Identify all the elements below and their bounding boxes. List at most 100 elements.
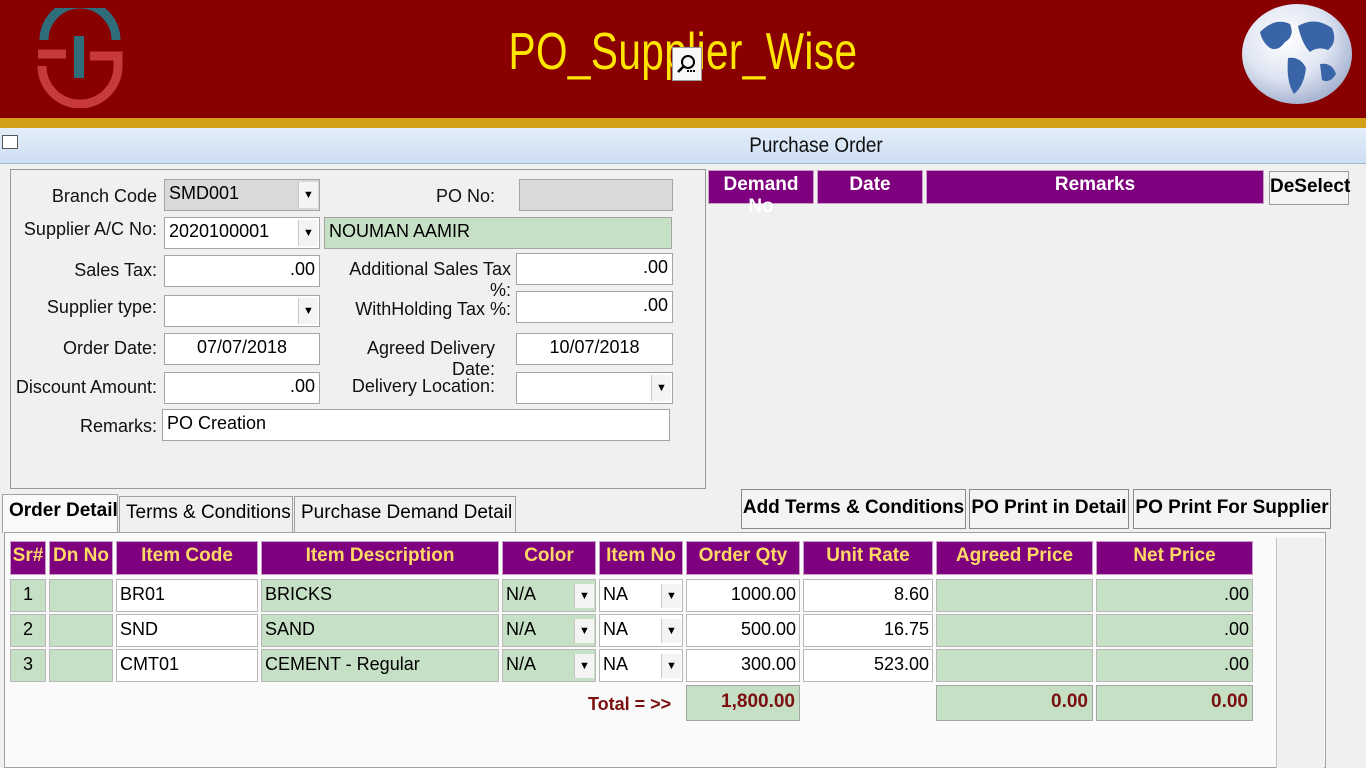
supplier-type-label: Supplier type:	[46, 297, 157, 317]
demand-list-panel: Demand No Date Remarks DeSelect	[706, 169, 1366, 489]
additional-sales-tax-label: Additional Sales Tax %:	[349, 259, 511, 300]
total-agreed-price: 0.00	[936, 685, 1093, 721]
table-row-unit-rate[interactable]: 8.60	[803, 579, 933, 612]
order-date-label: Order Date:	[62, 338, 157, 358]
table-row-item-code[interactable]: BR01	[116, 579, 258, 612]
globe-icon	[1242, 4, 1352, 104]
chevron-down-icon[interactable]: ▼	[661, 654, 681, 678]
po-no-label: PO No:	[435, 186, 495, 206]
chevron-down-icon[interactable]: ▼	[574, 654, 594, 678]
po-print-detail-button[interactable]: PO Print in Detail	[969, 489, 1129, 529]
table-row-order-qty[interactable]: 500.00	[686, 614, 800, 647]
table-row-sr: 3	[10, 649, 46, 682]
demand-no-header: Demand No	[708, 170, 814, 217]
table-row-agreed-price	[936, 579, 1093, 612]
table-row-unit-rate[interactable]: 16.75	[803, 614, 933, 647]
table-row-color-select[interactable]: N/A ▼	[502, 614, 596, 647]
col-header-item-description: Item Description	[261, 541, 499, 575]
table-row-unit-rate[interactable]: 523.00	[803, 649, 933, 682]
sales-tax-input[interactable]: .00	[164, 255, 320, 287]
total-label: Total = >>	[588, 694, 672, 714]
chevron-down-icon[interactable]: ▼	[574, 584, 594, 608]
search-icon	[677, 55, 695, 73]
col-header-item-code: Item Code	[116, 541, 258, 575]
delivery-location-select[interactable]: ▼	[516, 372, 673, 404]
chevron-down-icon[interactable]: ▼	[661, 619, 681, 643]
remarks-label: Remarks:	[79, 416, 157, 436]
chevron-down-icon[interactable]: ▼	[298, 220, 318, 246]
table-row-dn	[49, 649, 113, 682]
date-header: Date	[817, 170, 923, 204]
total-net-price: 0.00	[1096, 685, 1253, 721]
tab-terms-conditions[interactable]: Terms & Conditions	[119, 496, 293, 532]
supplier-ac-select[interactable]: 2020100001 ▼	[164, 217, 320, 249]
table-row-dn	[49, 579, 113, 612]
table-row-net-price: .00	[1096, 579, 1253, 612]
table-row-agreed-price	[936, 614, 1093, 647]
table-row-sr: 1	[10, 579, 46, 612]
tab-order-detail[interactable]: Order Detail	[2, 494, 118, 533]
table-row-item-code[interactable]: CMT01	[116, 649, 258, 682]
col-header-agreed-price: Agreed Price	[936, 541, 1093, 575]
table-row-net-price: .00	[1096, 649, 1253, 682]
table-row-color-select[interactable]: N/A ▼	[502, 649, 596, 682]
col-header-unit-rate: Unit Rate	[803, 541, 933, 575]
col-header-net-price: Net Price	[1096, 541, 1253, 575]
col-header-order-qty: Order Qty	[686, 541, 800, 575]
po-no-field	[519, 179, 673, 211]
table-row-order-qty[interactable]: 300.00	[686, 649, 800, 682]
col-header-color: Color	[502, 541, 596, 575]
order-date-input[interactable]: 07/07/2018	[164, 333, 320, 365]
chevron-down-icon[interactable]: ▼	[298, 298, 318, 324]
deselect-button[interactable]: DeSelect	[1269, 171, 1350, 205]
table-row-item-description: BRICKS	[261, 579, 499, 612]
total-order-qty: 1,800.00	[686, 685, 800, 721]
chevron-down-icon[interactable]: ▼	[661, 584, 681, 608]
branch-code-select[interactable]: SMD001 ▼	[164, 179, 320, 211]
chevron-down-icon[interactable]: ▼	[298, 182, 318, 208]
table-row-agreed-price	[936, 649, 1093, 682]
branch-code-label: Branch Code	[51, 186, 157, 206]
delivery-location-label: Delivery Location:	[351, 376, 495, 396]
add-terms-button[interactable]: Add Terms & Conditions	[741, 489, 966, 529]
banner-stripe	[0, 118, 1366, 128]
table-row-item-description: SAND	[261, 614, 499, 647]
table-row-color-select[interactable]: N/A ▼	[502, 579, 596, 612]
table-row-item-no-select[interactable]: NA ▼	[599, 649, 683, 682]
discount-amount-label: Discount Amount:	[15, 377, 157, 397]
agreed-delivery-date-input[interactable]: 10/07/2018	[516, 333, 673, 365]
tab-purchase-demand-detail[interactable]: Purchase Demand Detail	[294, 496, 516, 532]
withholding-tax-label: WithHolding Tax %:	[355, 299, 511, 319]
withholding-tax-input[interactable]: .00	[516, 291, 673, 323]
table-row-item-code[interactable]: SND	[116, 614, 258, 647]
supplier-name-field: NOUMAN AAMIR	[324, 217, 672, 249]
table-row-item-description: CEMENT - Regular	[261, 649, 499, 682]
window-title-bar: Purchase Order	[0, 128, 1366, 164]
table-row-net-price: .00	[1096, 614, 1253, 647]
supplier-type-select[interactable]: ▼	[164, 295, 320, 327]
col-header-item-no: Item No	[599, 541, 683, 575]
chevron-down-icon[interactable]: ▼	[574, 619, 594, 643]
remarks-input[interactable]: PO Creation	[162, 409, 670, 441]
additional-sales-tax-input[interactable]: .00	[516, 253, 673, 285]
purchase-order-form: Branch Code SMD001 ▼ PO No: Supplier A/C…	[10, 169, 706, 489]
window-title: Purchase Order	[749, 134, 883, 157]
company-logo-icon	[37, 8, 123, 108]
table-row-dn	[49, 614, 113, 647]
window-icon	[2, 135, 18, 149]
col-header-sr: Sr#	[10, 541, 46, 575]
agreed-delivery-date-label: Agreed Delivery Date:	[366, 338, 495, 379]
table-row-item-no-select[interactable]: NA ▼	[599, 579, 683, 612]
supplier-search-button[interactable]	[672, 47, 702, 81]
chevron-down-icon[interactable]: ▼	[651, 375, 671, 401]
supplier-ac-label: Supplier A/C No:	[23, 219, 157, 239]
discount-amount-input[interactable]: .00	[164, 372, 320, 404]
sales-tax-label: Sales Tax:	[74, 260, 157, 280]
table-row-item-no-select[interactable]: NA ▼	[599, 614, 683, 647]
remarks-header: Remarks	[926, 170, 1264, 204]
table-row-sr: 2	[10, 614, 46, 647]
grid-scrollbar[interactable]	[1276, 538, 1324, 768]
table-row-order-qty[interactable]: 1000.00	[686, 579, 800, 612]
col-header-dn-no: Dn No	[49, 541, 113, 575]
po-print-supplier-button[interactable]: PO Print For Supplier	[1133, 489, 1331, 529]
